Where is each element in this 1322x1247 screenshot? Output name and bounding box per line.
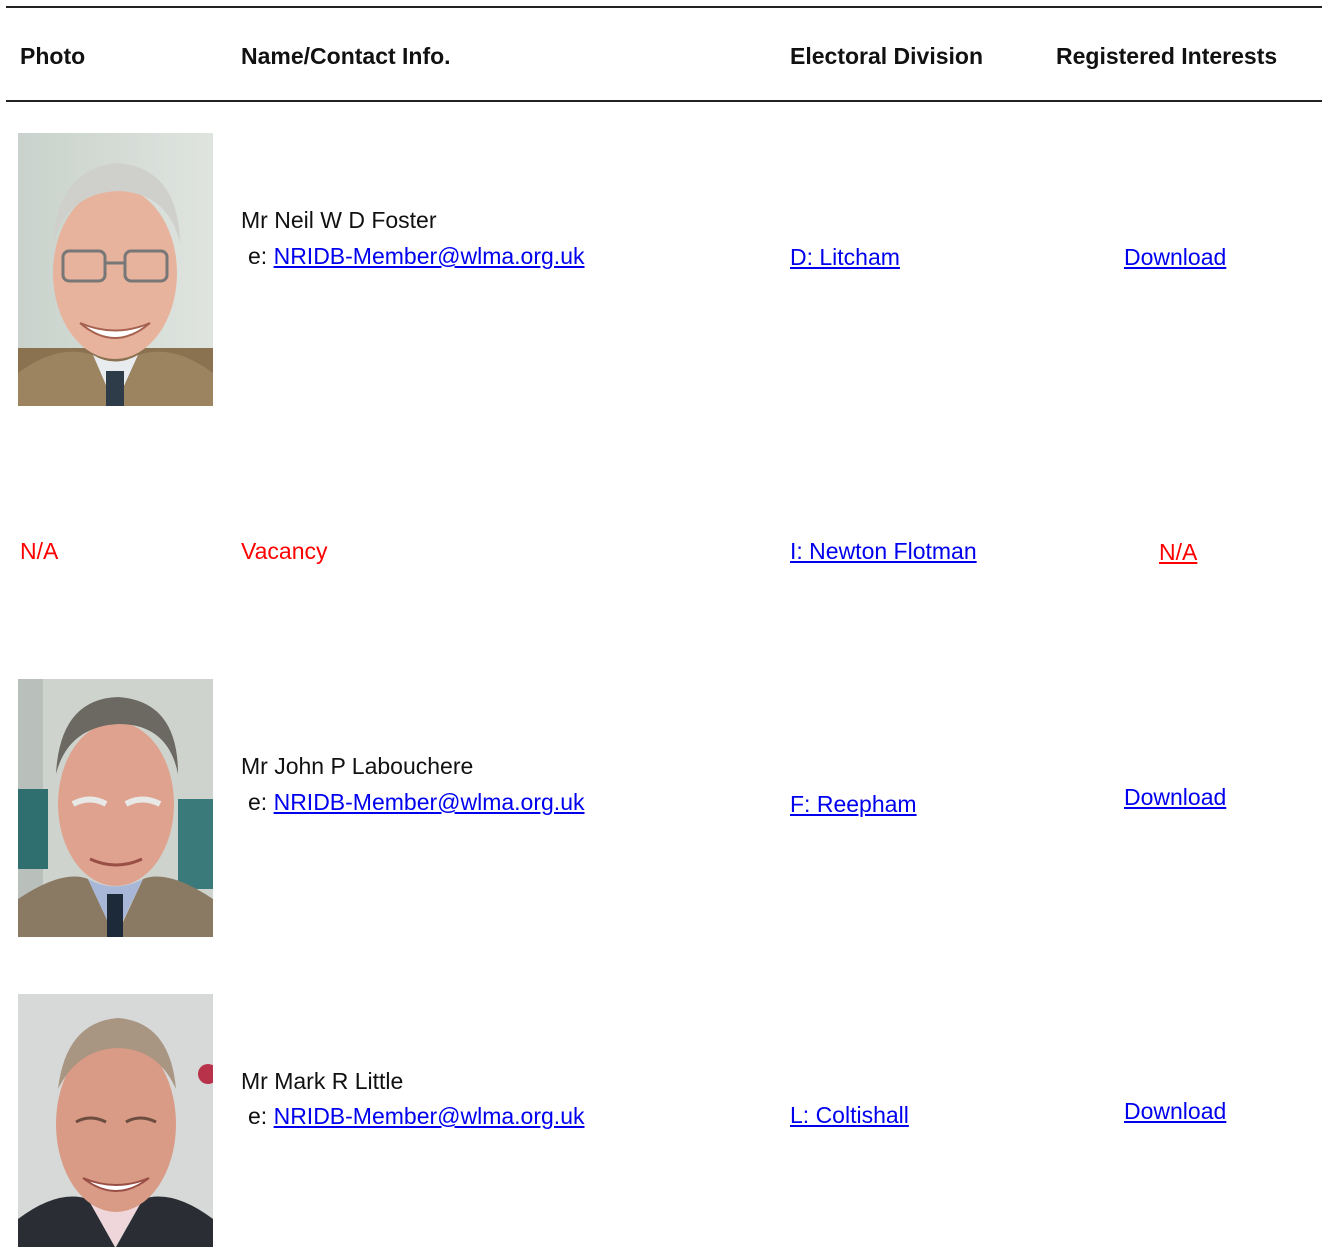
member-name: Mr Neil W D Foster	[241, 207, 437, 233]
member-name: Mr John P Labouchere	[241, 753, 474, 779]
member-email-link[interactable]: NRIDB-Member@wlma.org.uk	[274, 243, 585, 269]
division-link-litcham[interactable]: D: Litcham	[790, 243, 900, 271]
member-email-link[interactable]: NRIDB-Member@wlma.org.uk	[274, 1103, 585, 1129]
division-link-reepham[interactable]: F: Reepham	[790, 790, 917, 818]
email-prefix: e:	[248, 243, 268, 269]
col-header-registered-interests: Registered Interests	[1056, 43, 1278, 69]
email-prefix: e:	[248, 789, 268, 815]
vacancy-photo-na: N/A	[20, 538, 59, 564]
member-photo-labouchere	[18, 679, 213, 937]
email-prefix: e:	[248, 1103, 268, 1129]
member-name: Mr Mark R Little	[241, 1068, 404, 1094]
interests-download-link[interactable]: Download	[1124, 243, 1226, 271]
vacancy-name: Vacancy	[241, 538, 328, 564]
col-header-electoral-division: Electoral Division	[790, 43, 984, 69]
col-header-name-contact: Name/Contact Info.	[241, 43, 451, 69]
interests-download-link[interactable]: Download	[1124, 1097, 1226, 1125]
division-link-coltishall[interactable]: L: Coltishall	[790, 1101, 909, 1129]
member-photo-little	[18, 994, 213, 1247]
col-header-photo: Photo	[20, 43, 86, 69]
member-email-line: e: NRIDB-Member@wlma.org.uk	[248, 1102, 584, 1130]
table-header-rule	[6, 100, 1322, 102]
division-link-newton-flotman[interactable]: I: Newton Flotman	[790, 537, 977, 565]
member-photo-foster	[18, 133, 213, 406]
member-email-line: e: NRIDB-Member@wlma.org.uk	[248, 788, 584, 816]
member-email-link[interactable]: NRIDB-Member@wlma.org.uk	[274, 789, 585, 815]
interests-na-link[interactable]: N/A	[1159, 538, 1197, 566]
interests-download-link[interactable]: Download	[1124, 783, 1226, 811]
member-email-line: e: NRIDB-Member@wlma.org.uk	[248, 242, 584, 270]
table-top-rule	[6, 6, 1322, 8]
